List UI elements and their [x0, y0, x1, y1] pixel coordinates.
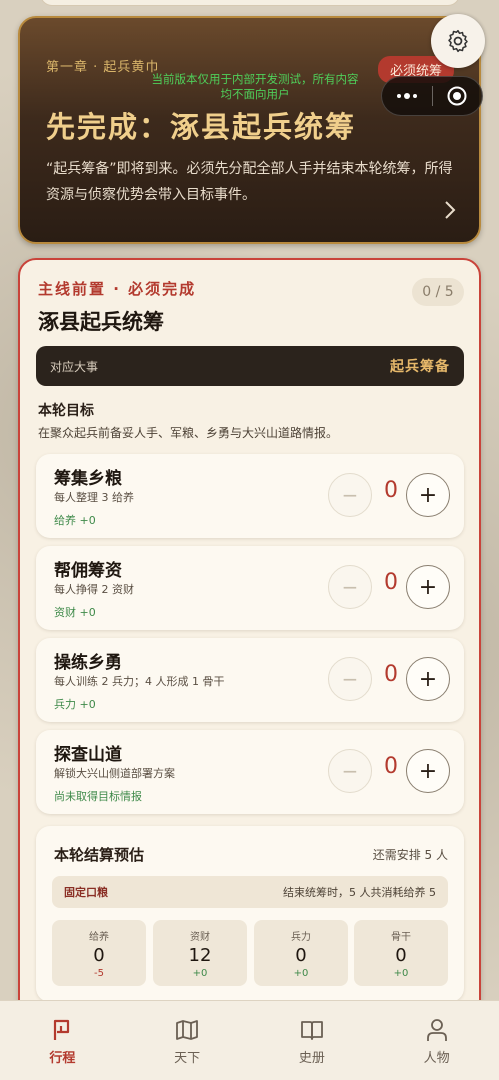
- decrease-button[interactable]: −: [328, 473, 372, 517]
- fixed-ration-row: 固定口粮 结束统筹时，5 人共消耗给养 5: [52, 876, 448, 908]
- task-detail: 每人整理 3 给养: [54, 491, 134, 504]
- remaining-people: 还需安排 5 人: [372, 848, 448, 862]
- stat-name: 骨干: [391, 932, 411, 943]
- target-icon: [447, 86, 467, 106]
- stat-delta: +0: [393, 968, 409, 979]
- quantity-value: 0: [384, 662, 398, 687]
- settlement-estimate: 本轮结算预估 还需安排 5 人 固定口粮 结束统筹时，5 人共消耗给养 5 给养…: [36, 826, 464, 1002]
- stat-value: 0: [295, 945, 307, 966]
- close-mini-program-button[interactable]: [432, 76, 482, 116]
- mission-title: 涿县起兵统筹: [38, 309, 164, 334]
- task-card-scout: 探查山道 解锁大兴山侧道部署方案 尚未取得目标情报 − 0 +: [36, 730, 464, 814]
- hero-description: “起兵筹备”即将到来。必须先分配全部人手并结束本轮统筹，所得资源与侦察优势会带入…: [46, 161, 453, 203]
- increase-button[interactable]: +: [406, 657, 450, 701]
- event-value: 起兵筹备: [390, 359, 450, 375]
- stat-core: 骨干 0 +0: [354, 920, 448, 986]
- task-effect: 给养 +0: [54, 514, 96, 527]
- dot-icon: [412, 94, 417, 98]
- dev-notice: 当前版本仅用于内部开发测试，所有内容均不面向用户: [151, 72, 359, 101]
- event-label: 对应大事: [50, 359, 99, 374]
- tab-history[interactable]: 史册: [250, 1001, 375, 1080]
- tab-characters[interactable]: 人物: [374, 1001, 499, 1080]
- progress-badge: 0 / 5: [412, 278, 464, 306]
- estimate-title: 本轮结算预估: [54, 846, 145, 864]
- stat-delta: +0: [293, 968, 309, 979]
- task-name: 筹集乡粮: [54, 469, 122, 489]
- bottom-tab-bar: 行程 天下 史册 人物: [0, 1000, 499, 1080]
- increase-button[interactable]: +: [406, 473, 450, 517]
- task-card-funds: 帮佣筹资 每人挣得 2 资财 资财 +0 − 0 +: [36, 546, 464, 630]
- quantity-value: 0: [384, 754, 398, 779]
- goal-title: 本轮目标: [38, 403, 94, 419]
- stat-delta: -5: [94, 968, 104, 979]
- task-detail: 解锁大兴山侧道部署方案: [54, 767, 175, 780]
- decrease-button[interactable]: −: [328, 657, 372, 701]
- task-card-grain: 筹集乡粮 每人整理 3 给养 给养 +0 − 0 +: [36, 454, 464, 538]
- dot-icon: [403, 93, 410, 99]
- ration-label: 固定口粮: [64, 886, 108, 899]
- decrease-button[interactable]: −: [328, 749, 372, 793]
- stat-value: 12: [188, 945, 212, 966]
- chevron-right-icon[interactable]: [438, 198, 462, 222]
- chapter-hero-card[interactable]: 第一章 · 起兵黄巾 当前版本仅用于内部开发测试，所有内容均不面向用户 必须统筹…: [18, 16, 481, 244]
- quantity-value: 0: [384, 570, 398, 595]
- task-effect: 资财 +0: [54, 606, 96, 619]
- stat-delta: +0: [192, 968, 208, 979]
- chapter-label: 第一章 · 起兵黄巾: [46, 60, 160, 75]
- task-name: 帮佣筹资: [54, 561, 122, 581]
- stat-value: 0: [395, 945, 407, 966]
- increase-button[interactable]: +: [406, 749, 450, 793]
- tab-label: 史册: [298, 1051, 325, 1066]
- previous-card-edge: [40, 0, 460, 6]
- task-card-militia: 操练乡勇 每人训练 2 兵力；4 人形成 1 骨干 兵力 +0 − 0 +: [36, 638, 464, 722]
- task-detail: 每人训练 2 兵力；4 人形成 1 骨干: [54, 675, 225, 688]
- flag-icon: [54, 1019, 70, 1040]
- decrease-button[interactable]: −: [328, 565, 372, 609]
- quantity-value: 0: [384, 478, 398, 503]
- task-name: 操练乡勇: [54, 653, 122, 673]
- mission-card: 主线前置 · 必须完成 0 / 5 涿县起兵统筹 对应大事 起兵筹备 本轮目标 …: [18, 258, 481, 1018]
- related-event-bar[interactable]: 对应大事 起兵筹备: [36, 346, 464, 386]
- stat-value: 0: [93, 945, 105, 966]
- task-effect: 尚未取得目标情报: [54, 790, 142, 803]
- mini-program-capsule: [381, 76, 483, 116]
- dot-icon: [396, 94, 401, 98]
- tab-label: 人物: [423, 1051, 450, 1066]
- stat-name: 兵力: [291, 932, 311, 943]
- tab-world[interactable]: 天下: [125, 1001, 250, 1080]
- tab-journey[interactable]: 行程: [0, 1001, 125, 1080]
- tab-label: 天下: [174, 1051, 201, 1066]
- stat-wealth: 资财 12 +0: [153, 920, 247, 986]
- stat-name: 资财: [190, 932, 210, 943]
- stat-name: 给养: [89, 932, 109, 943]
- gear-icon: [448, 29, 468, 53]
- person-icon: [426, 1019, 447, 1041]
- task-name: 探查山道: [54, 745, 122, 765]
- stat-supplies: 给养 0 -5: [52, 920, 146, 986]
- book-icon: [300, 1021, 323, 1040]
- mission-label: 主线前置 · 必须完成: [38, 280, 197, 298]
- increase-button[interactable]: +: [406, 565, 450, 609]
- goal-description: 在聚众起兵前备妥人手、军粮、乡勇与大兴山道路情报。: [38, 426, 339, 440]
- stat-troops: 兵力 0 +0: [254, 920, 348, 986]
- map-icon: [176, 1020, 199, 1040]
- tab-label: 行程: [49, 1051, 76, 1066]
- more-button[interactable]: [382, 76, 432, 116]
- ration-value: 结束统筹时，5 人共消耗给养 5: [283, 886, 436, 899]
- settings-button[interactable]: [431, 14, 485, 68]
- hero-title: 先完成：涿县起兵统筹: [46, 110, 357, 144]
- task-detail: 每人挣得 2 资财: [54, 583, 134, 596]
- task-effect: 兵力 +0: [54, 698, 96, 711]
